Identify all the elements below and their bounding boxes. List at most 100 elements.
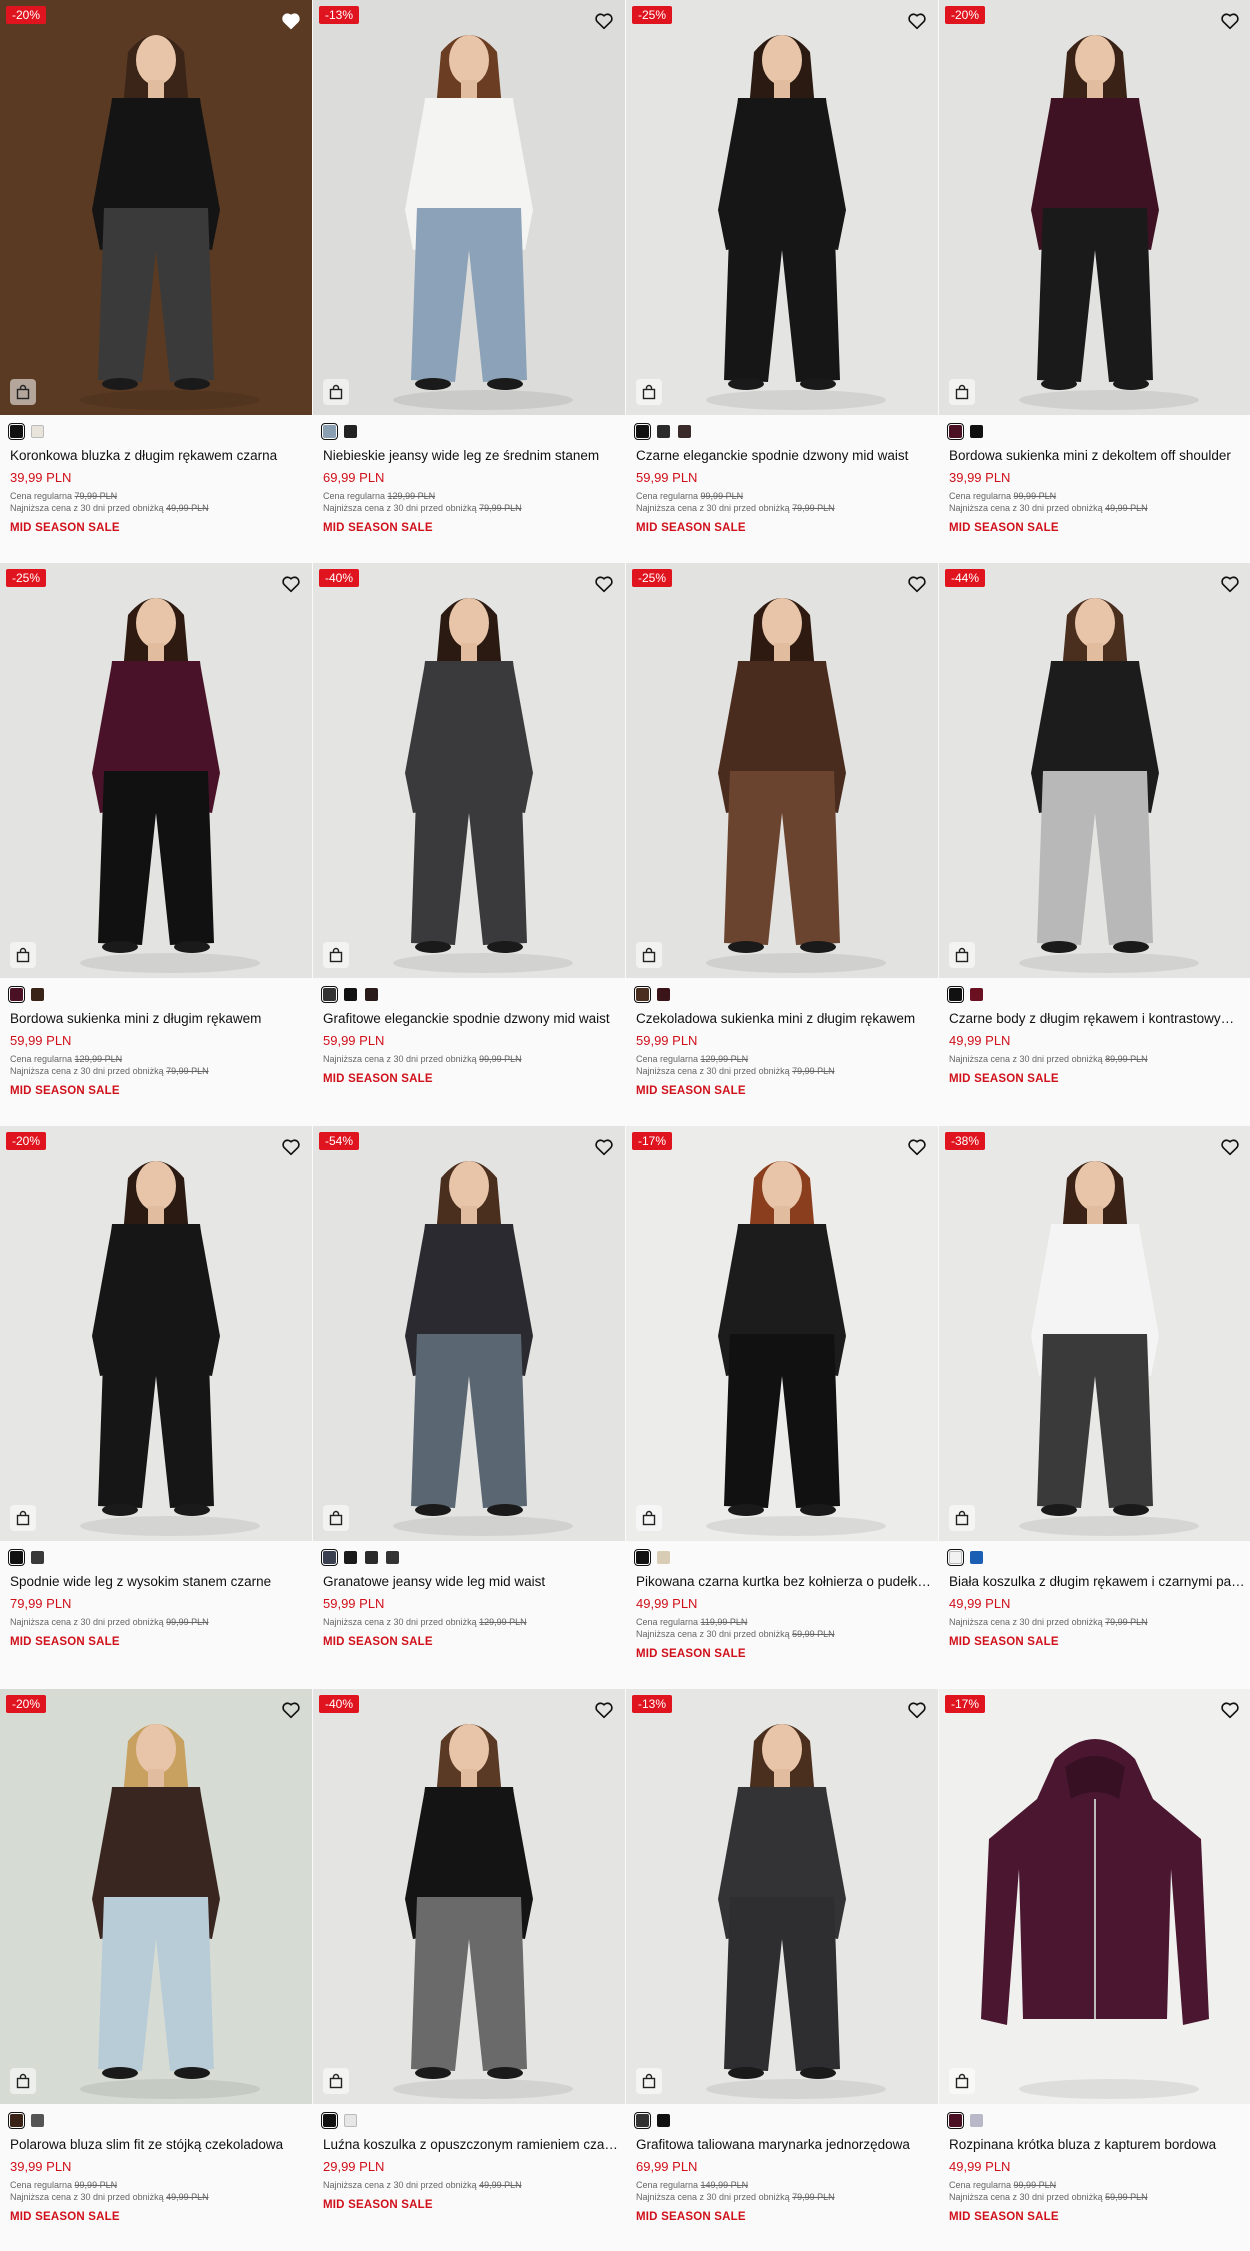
product-image[interactable]: -20% — [0, 1689, 312, 2104]
color-swatch[interactable] — [31, 425, 44, 438]
add-to-bag-button[interactable] — [949, 2068, 975, 2094]
sale-label[interactable]: MID SEASON SALE — [10, 1636, 120, 1648]
heart-icon[interactable] — [280, 1136, 302, 1158]
product-name[interactable]: Czarne eleganckie spodnie dzwony mid wai… — [636, 447, 932, 465]
product-photo[interactable] — [939, 0, 1250, 415]
sale-label[interactable]: MID SEASON SALE — [323, 522, 433, 534]
color-swatch[interactable] — [365, 988, 378, 1001]
product-image[interactable]: -25% — [626, 563, 938, 978]
color-swatch[interactable] — [946, 2111, 965, 2130]
color-swatch[interactable] — [320, 985, 339, 1004]
color-swatch[interactable] — [657, 2114, 670, 2127]
sale-label[interactable]: MID SEASON SALE — [636, 2211, 746, 2223]
product-photo[interactable] — [313, 1126, 625, 1541]
color-swatch[interactable] — [946, 422, 965, 441]
product-photo[interactable] — [939, 1689, 1250, 2104]
product-name[interactable]: Spodnie wide leg z wysokim stanem czarne — [10, 1573, 306, 1591]
product-card[interactable]: -25% Bordowa sukienka mini z długim rękaw… — [0, 563, 312, 1126]
product-image[interactable]: -54% — [313, 1126, 625, 1541]
product-name[interactable]: Koronkowa bluzka z długim rękawem czarna — [10, 447, 306, 465]
product-name[interactable]: Biała koszulka z długim rękawem i czarny… — [949, 1573, 1245, 1591]
color-swatch[interactable] — [344, 1551, 357, 1564]
add-to-bag-button[interactable] — [323, 2068, 349, 2094]
add-to-bag-button[interactable] — [636, 1505, 662, 1531]
color-swatch[interactable] — [31, 1551, 44, 1564]
color-swatch[interactable] — [946, 985, 965, 1004]
product-card[interactable]: -44% Czarne body z długim rękawem i kontr… — [939, 563, 1250, 1126]
color-swatch[interactable] — [344, 988, 357, 1001]
product-photo[interactable] — [939, 1126, 1250, 1541]
product-card[interactable]: -40% Grafitowe eleganckie spodnie dzwony … — [313, 563, 625, 1126]
product-image[interactable]: -13% — [626, 1689, 938, 2104]
add-to-bag-button[interactable] — [10, 942, 36, 968]
product-image[interactable]: -25% — [0, 563, 312, 978]
sale-label[interactable]: MID SEASON SALE — [10, 522, 120, 534]
product-card[interactable]: -40% Luźna koszulka z opuszczonym ramieni… — [313, 1689, 625, 2251]
heart-icon[interactable] — [1219, 1136, 1241, 1158]
color-swatch[interactable] — [970, 988, 983, 1001]
sale-label[interactable]: MID SEASON SALE — [949, 2211, 1059, 2223]
product-name[interactable]: Polarowa bluza slim fit ze stójką czekol… — [10, 2136, 306, 2154]
heart-icon[interactable] — [1219, 573, 1241, 595]
product-card[interactable]: -20% Bordowa sukienka mini z dekoltem off… — [939, 0, 1250, 563]
product-card[interactable]: -20% Koronkowa bluzka z długim rękawem cz… — [0, 0, 312, 563]
color-swatch[interactable] — [344, 2114, 357, 2127]
color-swatch[interactable] — [31, 2114, 44, 2127]
sale-label[interactable]: MID SEASON SALE — [10, 1085, 120, 1097]
product-name[interactable]: Luźna koszulka z opuszczonym ramieniem c… — [323, 2136, 619, 2154]
product-card[interactable]: -25% Czarne eleganckie spodnie dzwony mid… — [626, 0, 938, 563]
color-swatch[interactable] — [7, 2111, 26, 2130]
color-swatch[interactable] — [320, 2111, 339, 2130]
sale-label[interactable]: MID SEASON SALE — [636, 1085, 746, 1097]
heart-icon[interactable] — [593, 573, 615, 595]
product-name[interactable]: Grafitowa taliowana marynarka jednorzędo… — [636, 2136, 932, 2154]
product-photo[interactable] — [313, 0, 625, 415]
sale-label[interactable]: MID SEASON SALE — [949, 1073, 1059, 1085]
heart-icon[interactable] — [906, 1136, 928, 1158]
product-card[interactable]: -17% Pikowana czarna kurtka bez kołnierza… — [626, 1126, 938, 1689]
product-image[interactable]: -20% — [0, 1126, 312, 1541]
product-card[interactable]: -54% Granatowe jeansy wide leg mid waist 5… — [313, 1126, 625, 1689]
product-image[interactable]: -17% — [939, 1689, 1250, 2104]
product-card[interactable]: -20% Spodnie wide leg z wysokim stanem cz… — [0, 1126, 312, 1689]
add-to-bag-button[interactable] — [949, 1505, 975, 1531]
color-swatch[interactable] — [320, 422, 339, 441]
product-photo[interactable] — [0, 1126, 312, 1541]
add-to-bag-button[interactable] — [323, 1505, 349, 1531]
color-swatch[interactable] — [7, 422, 26, 441]
product-image[interactable]: -44% — [939, 563, 1250, 978]
color-swatch[interactable] — [633, 2111, 652, 2130]
heart-icon[interactable] — [593, 10, 615, 32]
product-image[interactable]: -20% — [0, 0, 312, 415]
heart-icon[interactable] — [1219, 10, 1241, 32]
product-name[interactable]: Rozpinana krótka bluza z kapturem bordow… — [949, 2136, 1245, 2154]
sale-label[interactable]: MID SEASON SALE — [323, 2199, 433, 2211]
add-to-bag-button[interactable] — [10, 379, 36, 405]
product-image[interactable]: -40% — [313, 563, 625, 978]
product-photo[interactable] — [626, 563, 938, 978]
product-name[interactable]: Pikowana czarna kurtka bez kołnierza o p… — [636, 1573, 932, 1591]
product-card[interactable]: -25% Czekoladowa sukienka mini z długim r… — [626, 563, 938, 1126]
product-photo[interactable] — [0, 1689, 312, 2104]
product-photo[interactable] — [626, 0, 938, 415]
product-image[interactable]: -40% — [313, 1689, 625, 2104]
color-swatch[interactable] — [344, 425, 357, 438]
sale-label[interactable]: MID SEASON SALE — [949, 522, 1059, 534]
heart-icon[interactable] — [906, 10, 928, 32]
add-to-bag-button[interactable] — [636, 942, 662, 968]
sale-label[interactable]: MID SEASON SALE — [636, 1648, 746, 1660]
color-swatch[interactable] — [657, 425, 670, 438]
color-swatch[interactable] — [946, 1548, 965, 1567]
sale-label[interactable]: MID SEASON SALE — [636, 522, 746, 534]
product-name[interactable]: Granatowe jeansy wide leg mid waist — [323, 1573, 619, 1591]
color-swatch[interactable] — [7, 985, 26, 1004]
product-card[interactable]: -38% Biała koszulka z długim rękawem i cz… — [939, 1126, 1250, 1689]
product-image[interactable]: -25% — [626, 0, 938, 415]
heart-icon[interactable] — [593, 1136, 615, 1158]
product-image[interactable]: -20% — [939, 0, 1250, 415]
add-to-bag-button[interactable] — [949, 942, 975, 968]
product-name[interactable]: Bordowa sukienka mini z długim rękawem — [10, 1010, 306, 1028]
sale-label[interactable]: MID SEASON SALE — [949, 1636, 1059, 1648]
color-swatch[interactable] — [633, 1548, 652, 1567]
add-to-bag-button[interactable] — [10, 1505, 36, 1531]
